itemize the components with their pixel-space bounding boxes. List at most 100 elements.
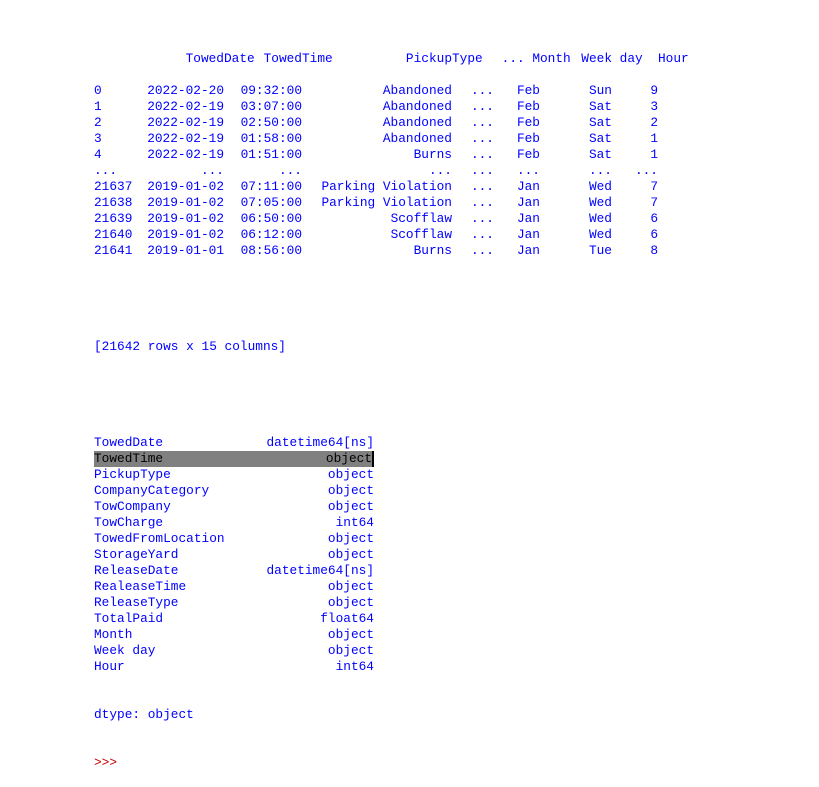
header-hour: Hour bbox=[658, 51, 689, 66]
cell-ellipsis: ... bbox=[470, 179, 494, 194]
cell-towedtime: 07:05:00 bbox=[240, 195, 302, 210]
cell-index: 3 bbox=[94, 131, 102, 146]
dtype-row: RealeaseTime object bbox=[94, 579, 689, 595]
cell-weekday: Wed bbox=[588, 195, 612, 210]
dtype-column-name: TowCompany bbox=[94, 499, 171, 514]
dtype-column-name: TowedTime bbox=[94, 451, 164, 466]
dtype-value: object bbox=[327, 595, 374, 610]
header-towedtime: TowedTime bbox=[263, 51, 333, 66]
dtype-value: object bbox=[327, 531, 374, 546]
cell-towedtime: ... bbox=[278, 163, 302, 178]
shape-text: [21642 rows x 15 columns] bbox=[94, 339, 286, 354]
dtype-row: TotalPaid float64 bbox=[94, 611, 689, 627]
cell-towedtime: 02:50:00 bbox=[240, 115, 302, 130]
cell-month: Feb bbox=[516, 83, 540, 98]
cell-index: ... bbox=[94, 163, 118, 178]
dtype-row: Hour int64 bbox=[94, 659, 689, 675]
dtype-value: object bbox=[327, 579, 374, 594]
cell-pickuptype: Burns bbox=[413, 147, 452, 162]
dtype-footer: dtype: object bbox=[94, 707, 194, 722]
dtype-column-name: TowCharge bbox=[94, 515, 164, 530]
cell-pickuptype: Abandoned bbox=[382, 99, 452, 114]
cell-month: Jan bbox=[516, 243, 540, 258]
cell-towedtime: 01:51:00 bbox=[240, 147, 302, 162]
cell-weekday: Sat bbox=[588, 115, 612, 130]
cell-pickuptype: Scofflaw bbox=[390, 211, 452, 226]
cell-index: 21639 bbox=[94, 211, 133, 226]
cell-pickuptype: Abandoned bbox=[382, 83, 452, 98]
dtype-row: TowCharge int64 bbox=[94, 515, 689, 531]
cell-pickuptype: Parking Violation bbox=[321, 195, 452, 210]
cell-month: Jan bbox=[516, 179, 540, 194]
cell-hour: ... bbox=[634, 163, 658, 178]
cell-hour: 7 bbox=[650, 179, 658, 194]
cell-month: Jan bbox=[516, 211, 540, 226]
cell-pickuptype: Parking Violation bbox=[321, 179, 452, 194]
cell-weekday: Sat bbox=[588, 99, 612, 114]
dtype-value: int64 bbox=[335, 659, 374, 674]
cell-toweddate: 2022-02-19 bbox=[147, 99, 224, 114]
dtype-column-name: RealeaseTime bbox=[94, 579, 187, 594]
cell-ellipsis: ... bbox=[470, 211, 494, 226]
dtype-column-name: TowedFromLocation bbox=[94, 531, 225, 546]
header-month: Month bbox=[532, 51, 571, 66]
dtype-value: float64 bbox=[320, 611, 374, 626]
dtype-row: ReleaseType object bbox=[94, 595, 689, 611]
cell-weekday: Sat bbox=[588, 131, 612, 146]
cell-pickuptype: Abandoned bbox=[382, 115, 452, 130]
dtype-row: Week day object bbox=[94, 643, 689, 659]
header-ellipsis: ... bbox=[501, 51, 525, 66]
header-weekday: Week day bbox=[581, 51, 643, 66]
cell-towedtime: 01:58:00 bbox=[240, 131, 302, 146]
cell-towedtime: 06:50:00 bbox=[240, 211, 302, 226]
shell-prompt[interactable]: >>> bbox=[94, 755, 689, 771]
cell-index: 21640 bbox=[94, 227, 133, 242]
table-row: 2 2022-02-19 02:50:00 Abandoned... Feb Sat 2 bbox=[94, 115, 689, 131]
dtype-value: object bbox=[327, 499, 374, 514]
cell-towedtime: 06:12:00 bbox=[240, 227, 302, 242]
cell-pickuptype: ... bbox=[428, 163, 452, 178]
dtype-row: PickupType object bbox=[94, 467, 689, 483]
cell-pickuptype: Scofflaw bbox=[390, 227, 452, 242]
cell-pickuptype: Burns bbox=[413, 243, 452, 258]
python-shell-output[interactable]: TowedDate TowedTime PickupType... Month Week… bbox=[94, 3, 689, 787]
dtype-column-name: TotalPaid bbox=[94, 611, 164, 626]
cell-weekday: Sat bbox=[588, 147, 612, 162]
table-row: 21639 2019-01-02 06:50:00 Scofflaw... Jan Wed… bbox=[94, 211, 689, 227]
table-row: 21641 2019-01-01 08:56:00 Burns... Jan Tue 8 bbox=[94, 243, 689, 259]
cell-hour: 7 bbox=[650, 195, 658, 210]
cell-hour: 2 bbox=[650, 115, 658, 130]
dtype-row: CompanyCategory object bbox=[94, 483, 689, 499]
cell-towedtime: 08:56:00 bbox=[240, 243, 302, 258]
cell-toweddate: 2019-01-02 bbox=[147, 227, 224, 242]
dtype-row: TowedDate datetime64[ns] bbox=[94, 435, 689, 451]
cell-index: 2 bbox=[94, 115, 102, 130]
cell-month: Feb bbox=[516, 115, 540, 130]
cell-towedtime: 03:07:00 bbox=[240, 99, 302, 114]
cell-ellipsis: ... bbox=[470, 147, 494, 162]
cell-month: Feb bbox=[516, 131, 540, 146]
dtype-row-selected: TowedTime object bbox=[94, 451, 374, 467]
dtype-value: datetime64[ns] bbox=[266, 563, 374, 578]
cell-ellipsis: ... bbox=[470, 243, 494, 258]
table-row: 21640 2019-01-02 06:12:00 Scofflaw... Jan Wed… bbox=[94, 227, 689, 243]
dtype-row: ReleaseDate datetime64[ns] bbox=[94, 563, 689, 579]
cell-toweddate: ... bbox=[200, 163, 224, 178]
cell-ellipsis: ... bbox=[470, 115, 494, 130]
cell-month: Jan bbox=[516, 195, 540, 210]
dtype-column-name: TowedDate bbox=[94, 435, 164, 450]
dtype-value: object bbox=[327, 547, 374, 562]
table-row: 21637 2019-01-02 07:11:00 Parking Violation… bbox=[94, 179, 689, 195]
cell-toweddate: 2019-01-02 bbox=[147, 179, 224, 194]
dtype-column-name: ReleaseType bbox=[94, 595, 179, 610]
cell-index: 21637 bbox=[94, 179, 133, 194]
dataframe-header-row: TowedDate TowedTime PickupType... Month Week… bbox=[94, 35, 689, 66]
table-row: 3 2022-02-19 01:58:00 Abandoned... Feb Sat 1 bbox=[94, 131, 689, 147]
dtype-row: Month object bbox=[94, 627, 689, 643]
cell-toweddate: 2022-02-19 bbox=[147, 147, 224, 162]
dtype-value: object bbox=[244, 451, 374, 467]
table-row: ........................ bbox=[94, 163, 689, 179]
header-toweddate: TowedDate bbox=[185, 51, 255, 66]
dtype-value: object bbox=[327, 627, 374, 642]
